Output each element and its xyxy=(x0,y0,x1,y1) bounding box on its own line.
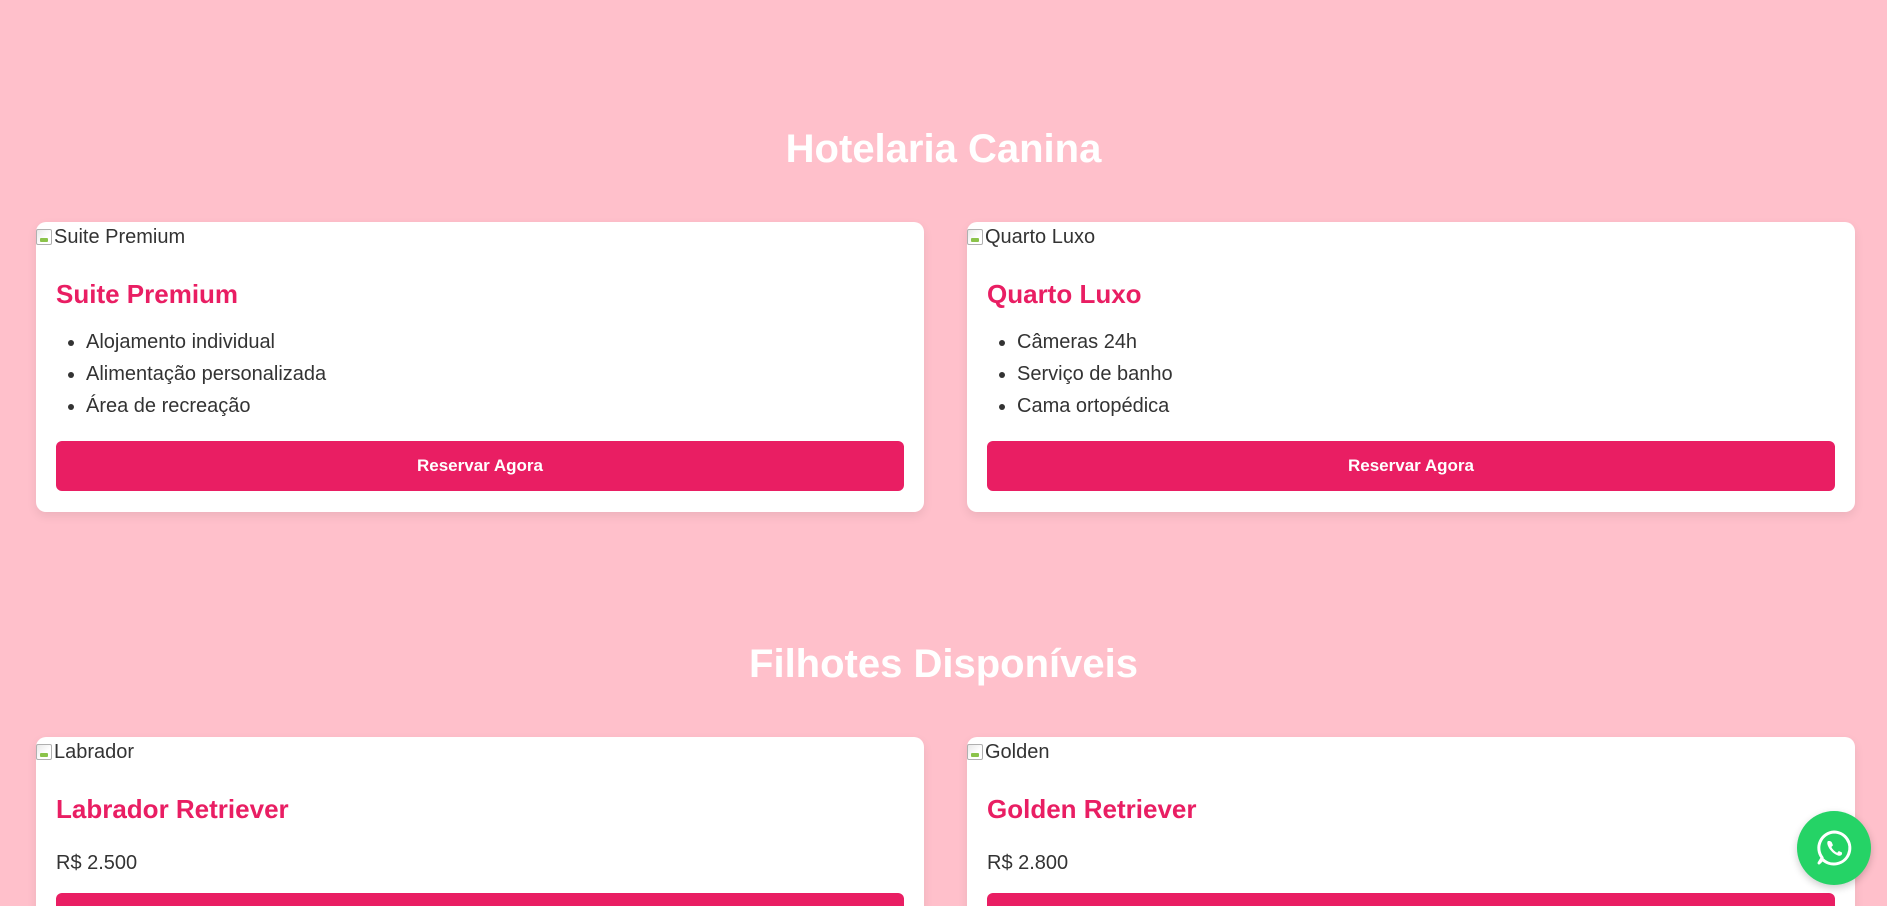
puppy-action-button[interactable] xyxy=(987,893,1835,906)
image-alt-text: Quarto Luxo xyxy=(985,226,1096,248)
price: R$ 2.500 xyxy=(56,852,138,874)
whatsapp-button[interactable] xyxy=(1797,811,1871,885)
broken-image-icon xyxy=(967,229,983,245)
whatsapp-icon xyxy=(1817,830,1852,866)
broken-image-icon xyxy=(967,744,983,760)
image-alt-text: Suite Premium xyxy=(54,226,186,248)
suite-premium-image: Suite Premium xyxy=(36,224,185,250)
image-alt-text: Golden xyxy=(985,741,1050,763)
hotel-section-title: Hotelaria Canina xyxy=(785,127,1102,171)
page: Hotelaria Canina Suite Premium Suite Pre… xyxy=(0,0,1887,906)
reserve-button[interactable]: Reservar Agora xyxy=(56,441,904,491)
puppies-section-title: Filhotes Disponíveis xyxy=(749,642,1138,686)
image-alt-text: Labrador xyxy=(54,741,135,763)
puppy-action-button[interactable] xyxy=(56,893,904,906)
feature-item: Alojamento individual xyxy=(86,326,326,358)
feature-item: Serviço de banho xyxy=(1017,358,1173,390)
feature-item: Cama ortopédica xyxy=(1017,390,1173,422)
card-title: Golden Retriever xyxy=(987,794,1197,824)
hotel-card-quarto-luxo: Quarto Luxo Quarto Luxo Câmeras 24h Serv… xyxy=(967,222,1855,512)
price: R$ 2.800 xyxy=(987,852,1069,874)
card-title: Quarto Luxo xyxy=(987,279,1142,309)
broken-image-icon xyxy=(36,229,52,245)
feature-list: Câmeras 24h Serviço de banho Cama ortopé… xyxy=(987,326,1173,422)
feature-list: Alojamento individual Alimentação person… xyxy=(56,326,326,422)
golden-image: Golden xyxy=(967,739,1050,765)
feature-item: Alimentação personalizada xyxy=(86,358,326,390)
card-title: Labrador Retriever xyxy=(56,794,289,824)
puppy-card-labrador: Labrador Labrador Retriever R$ 2.500 xyxy=(36,737,924,906)
card-title: Suite Premium xyxy=(56,279,239,309)
quarto-luxo-image: Quarto Luxo xyxy=(967,224,1095,250)
feature-item: Câmeras 24h xyxy=(1017,326,1173,358)
broken-image-icon xyxy=(36,744,52,760)
reserve-button[interactable]: Reservar Agora xyxy=(987,441,1835,491)
labrador-image: Labrador xyxy=(36,739,134,765)
feature-item: Área de recreação xyxy=(86,390,326,422)
puppy-card-golden: Golden Golden Retriever R$ 2.800 xyxy=(967,737,1855,906)
hotel-card-suite-premium: Suite Premium Suite Premium Alojamento i… xyxy=(36,222,924,512)
